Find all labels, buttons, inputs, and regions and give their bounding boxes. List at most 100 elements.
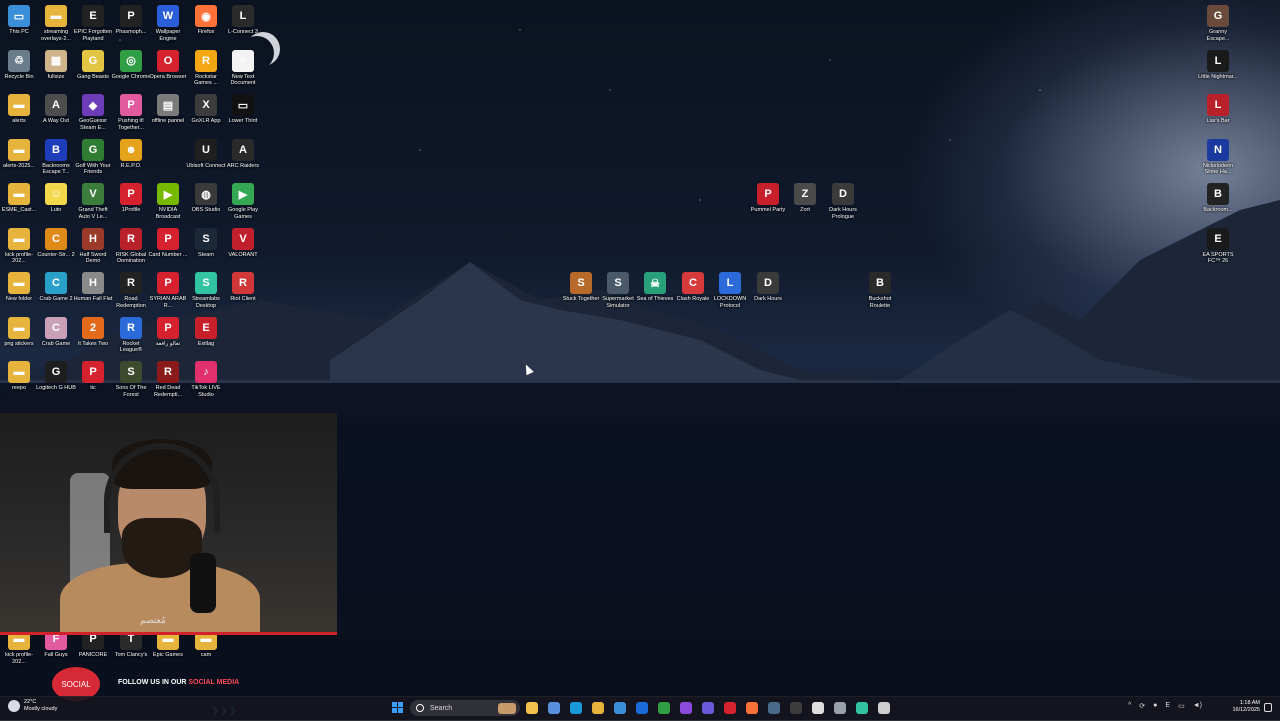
volume-icon[interactable]: ◄) (1193, 702, 1202, 710)
desktop-icon[interactable]: S Streamlabs Desktop (187, 272, 225, 309)
outlook-icon[interactable] (636, 702, 648, 714)
chrome-icon[interactable] (658, 702, 670, 714)
desktop-icon[interactable]: ▬ reepo (0, 361, 38, 392)
desktop-icon[interactable]: G Golf With Your Friends (74, 138, 112, 176)
desktop-icon[interactable]: P Pushing it! Together... (112, 94, 150, 131)
desktop-icon[interactable]: C Counter-Str... 2 (37, 227, 75, 259)
desktop-icon[interactable]: ▬ alerts (0, 94, 38, 125)
chevron-up-icon[interactable]: ^ (1128, 702, 1131, 710)
weather-widget[interactable]: 22°C Mostly cloudy (8, 699, 57, 712)
firefox-icon[interactable] (746, 702, 758, 714)
desktop-icon[interactable]: P 1Profile (112, 183, 150, 214)
desktop-icon[interactable]: Ptic (74, 361, 112, 392)
edge-icon[interactable] (570, 702, 582, 714)
chat-icon[interactable] (834, 702, 846, 714)
store-icon[interactable] (614, 702, 626, 714)
desktop-icon[interactable]: ▬ alerts-2025... (0, 138, 38, 170)
desktop-icon[interactable]: A A Way Out (37, 94, 75, 125)
desktop-icon[interactable]: R Road Redemption (112, 272, 150, 309)
desktop-icon[interactable]: C Crab Game 2 (37, 272, 75, 303)
system-tray[interactable]: ^ ⟳ ● E ▭ ◄) (1128, 702, 1202, 710)
desktop-icon[interactable]: H Human Fall Flat (74, 272, 112, 303)
desktop-icon[interactable]: S Stuck Together (562, 272, 600, 303)
desktop-icon[interactable]: ◍ OBS Studio (187, 183, 225, 214)
desktop-icon[interactable]: ≡ New Text Document (224, 49, 262, 87)
desktop-icon[interactable]: U Ubisoft Connect (186, 138, 226, 170)
desktop-icon[interactable]: L LOCKDOWN Protocol (711, 272, 749, 309)
desktop-icon[interactable]: ▬ ESME_Cast... (0, 183, 38, 214)
desktop-icon[interactable]: G Granny Escape... (1199, 5, 1237, 42)
desktop-icon[interactable]: R Riot Client (224, 272, 262, 303)
start-button[interactable] (392, 702, 403, 713)
desktop-icon[interactable]: ◆ GeoGuessr Steam E... (74, 94, 112, 131)
desktop-icon[interactable]: ▬ New folder (0, 272, 38, 303)
desktop-icon[interactable]: H Half Sword Demo (74, 227, 112, 265)
messenger-icon[interactable] (680, 702, 692, 714)
desktop-icon[interactable]: ▶ NVIDIA Broadcast (149, 183, 187, 220)
desktop-icon[interactable]: ▬ kick profile-202... (0, 227, 38, 265)
desktop-icon[interactable]: ♪ TikTok LIVE Studio (187, 361, 225, 398)
network-icon[interactable]: ▭ (1178, 702, 1185, 710)
goxlr-icon[interactable] (790, 702, 802, 714)
desktop-icon[interactable]: ▬ streaming overlays-2... (37, 5, 75, 42)
folder-icon[interactable] (592, 702, 604, 714)
mic-icon[interactable]: ● (1153, 702, 1157, 710)
copilot-icon[interactable] (548, 702, 560, 714)
desktop-icon[interactable]: E EA SPORTS FC™ 26 (1199, 227, 1237, 265)
desktop-icon[interactable]: ◎ Google Chrome (112, 49, 150, 81)
taskbar-clock[interactable]: 1:18 AM 16/12/2025 (1226, 700, 1260, 714)
desktop-icon[interactable]: Z Zort (786, 183, 824, 214)
streamlabs-icon[interactable] (856, 702, 868, 714)
desktop-icon[interactable]: R Rocket League® (112, 316, 150, 354)
desktop-icon[interactable]: ♲ Recycle Bin (0, 49, 38, 81)
desktop-icon[interactable]: P Pummel Party (749, 183, 787, 214)
opera-icon[interactable] (724, 702, 736, 714)
desktop-icon[interactable]: L L-Connect 3 (224, 5, 262, 36)
desktop-icon[interactable]: S Sons Of The Forest (112, 361, 150, 398)
taskbar-search[interactable]: Search (410, 700, 520, 716)
desktop-icon[interactable]: G Logitech G HUB (36, 361, 76, 392)
desktop-icon[interactable]: O Opera Browser (149, 49, 187, 81)
desktop-icon[interactable]: ☠ Sea of Thieves (636, 272, 674, 303)
desktop-icon[interactable]: P تعالو رافعة (149, 316, 187, 348)
desktop-icon[interactable]: G Gang Beasts (74, 49, 112, 81)
notification-icon[interactable] (1264, 703, 1272, 712)
desktop-icon[interactable]: ◉ Firefox (187, 5, 225, 36)
language-icon[interactable]: E (1165, 702, 1170, 710)
desktop-icon[interactable]: P Phasmoph... (112, 5, 150, 36)
desktop-icon[interactable]: V VALORANT (224, 227, 262, 259)
desktop-icon[interactable]: N Nickelodeon Slime Ha... (1199, 138, 1237, 176)
desktop-icon[interactable]: R Red Dead Redempti... (149, 361, 187, 398)
desktop-icon[interactable]: C Clash Royale (674, 272, 712, 303)
desktop-icon[interactable]: ▶ Google Play Games (224, 183, 262, 220)
desktop-icon[interactable]: X GoXLR App (187, 94, 225, 125)
desktop-icon[interactable]: B Backrooms Escape T... (37, 138, 75, 176)
capcut-icon[interactable] (812, 702, 824, 714)
desktop-icon[interactable]: ▦ fullsize (37, 49, 75, 81)
desktop-icon[interactable]: 2 It Takes Two (74, 316, 112, 348)
desktop-icon[interactable]: E Exitlag (187, 316, 225, 348)
ghub-icon[interactable] (878, 702, 890, 714)
desktop-icon[interactable]: ☺ Luto (37, 183, 75, 214)
desktop-icon[interactable]: ▤ offline pannel (149, 94, 187, 125)
desktop-icon[interactable]: D Dark Hours Prologue (824, 183, 862, 220)
desktop-icon[interactable]: W Wallpaper Engine (149, 5, 187, 42)
desktop-icon[interactable]: E EPIC Forgotten Playland (74, 5, 112, 42)
file-explorer-icon[interactable] (526, 702, 538, 714)
desktop-icon[interactable]: D Dark Hours (749, 272, 787, 303)
desktop-icon[interactable]: S Steam (187, 227, 225, 259)
desktop-icon[interactable]: A ARC Raiders (224, 138, 262, 170)
desktop-icon[interactable]: L Liar's Bar (1199, 94, 1237, 125)
teams-icon[interactable] (702, 702, 714, 714)
steam-icon[interactable] (768, 702, 780, 714)
desktop-icon[interactable]: ☻ R.E.P.O. (112, 138, 150, 170)
desktop-icon[interactable]: B Buckshot Roulette (861, 272, 899, 309)
desktop-icon[interactable]: ▭ Lower Third (224, 94, 262, 125)
desktop-icon[interactable]: P Card Number ... (148, 227, 188, 259)
desktop-icon[interactable]: R RISK Global Domination (112, 227, 150, 265)
desktop-icon[interactable]: S Supermarket Simulator (599, 272, 637, 309)
desktop-icon[interactable]: ▭ This PC (0, 5, 38, 36)
desktop-icon[interactable]: ▬ png stickers (0, 316, 38, 348)
desktop-icon[interactable]: V Grand Theft Auto V Le... (74, 183, 112, 220)
desktop-icon[interactable]: B Backroom... (1199, 183, 1237, 214)
